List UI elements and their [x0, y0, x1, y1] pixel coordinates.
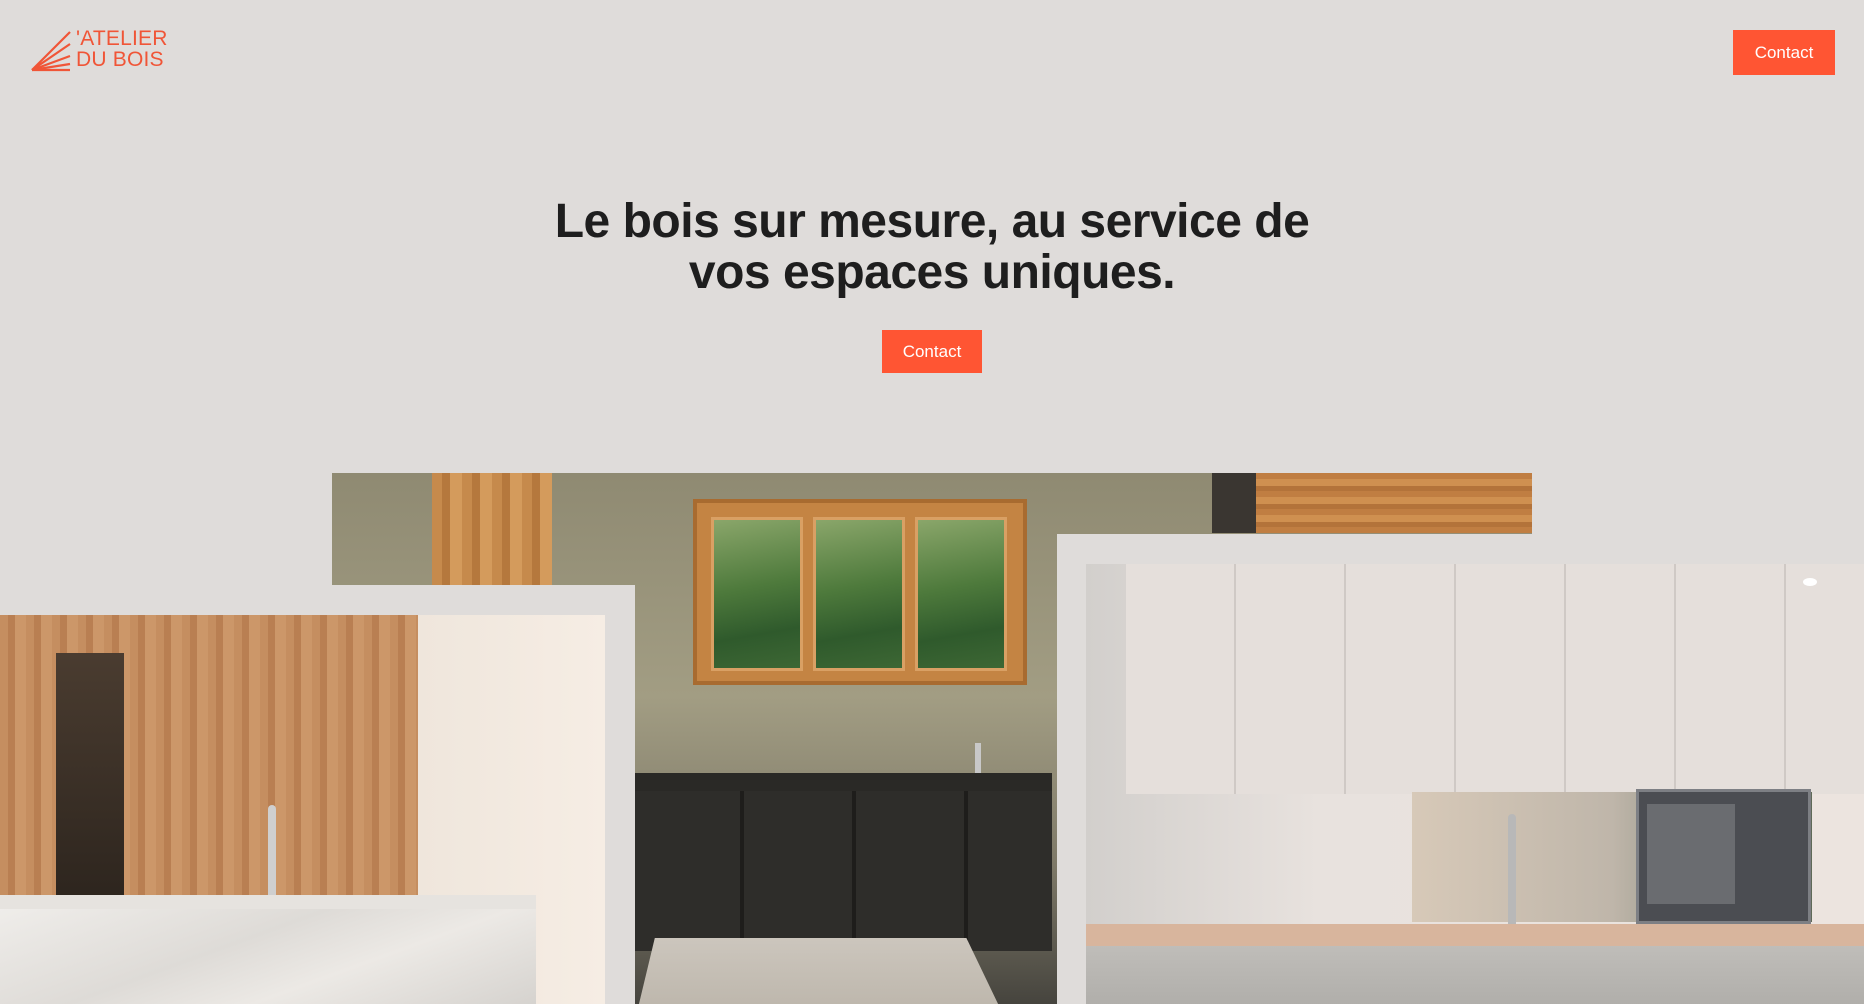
shelf-niche: [56, 653, 124, 901]
white-cabinets: [1126, 564, 1864, 794]
gap-left: [0, 585, 635, 615]
logo-line-1: 'ATELIER: [76, 27, 168, 50]
kitchen-marble-island-photo: [0, 615, 605, 1004]
dark-post: [1212, 473, 1256, 533]
hero-title: Le bois sur mesure, au service de vos es…: [432, 196, 1432, 298]
marble-island: [0, 895, 536, 1004]
page: 'ATELIER DU BOIS Contact Le bois sur mes…: [0, 0, 1864, 1004]
header-contact-button[interactable]: Contact: [1733, 30, 1835, 75]
logo-text: 'ATELIER DU BOIS: [76, 28, 168, 70]
dark-cabinets: [632, 791, 1052, 951]
faucet: [268, 805, 276, 900]
logo[interactable]: 'ATELIER DU BOIS: [30, 28, 168, 74]
countertop: [632, 773, 1052, 791]
logo-line-2: DU BOIS: [76, 48, 164, 71]
gap-left-side: [605, 585, 635, 1004]
window-pane: [813, 517, 905, 671]
faucet: [1508, 814, 1516, 934]
faucet: [975, 743, 981, 775]
concrete-island: [1086, 924, 1864, 1004]
ceiling-light: [1803, 578, 1817, 586]
hero-title-line-1: Le bois sur mesure, au service de: [554, 195, 1310, 248]
wood-panel: [432, 473, 552, 593]
hero-contact-button[interactable]: Contact: [882, 330, 982, 373]
window-pane: [711, 517, 803, 671]
oven: [1636, 789, 1811, 924]
window-pane: [915, 517, 1007, 671]
wood-ceiling: [1256, 473, 1532, 533]
gap-right: [1057, 534, 1864, 564]
logo-mark-icon: [31, 31, 71, 72]
window: [693, 499, 1027, 685]
hero-title-line-2: vos espaces uniques.: [688, 246, 1176, 299]
wooden-table: [632, 938, 1012, 1004]
oven-door: [1647, 804, 1735, 904]
kitchen-white-cabinets-photo: [1086, 564, 1864, 1004]
marble-edge: [0, 895, 536, 909]
gap-right-side: [1057, 534, 1086, 1004]
